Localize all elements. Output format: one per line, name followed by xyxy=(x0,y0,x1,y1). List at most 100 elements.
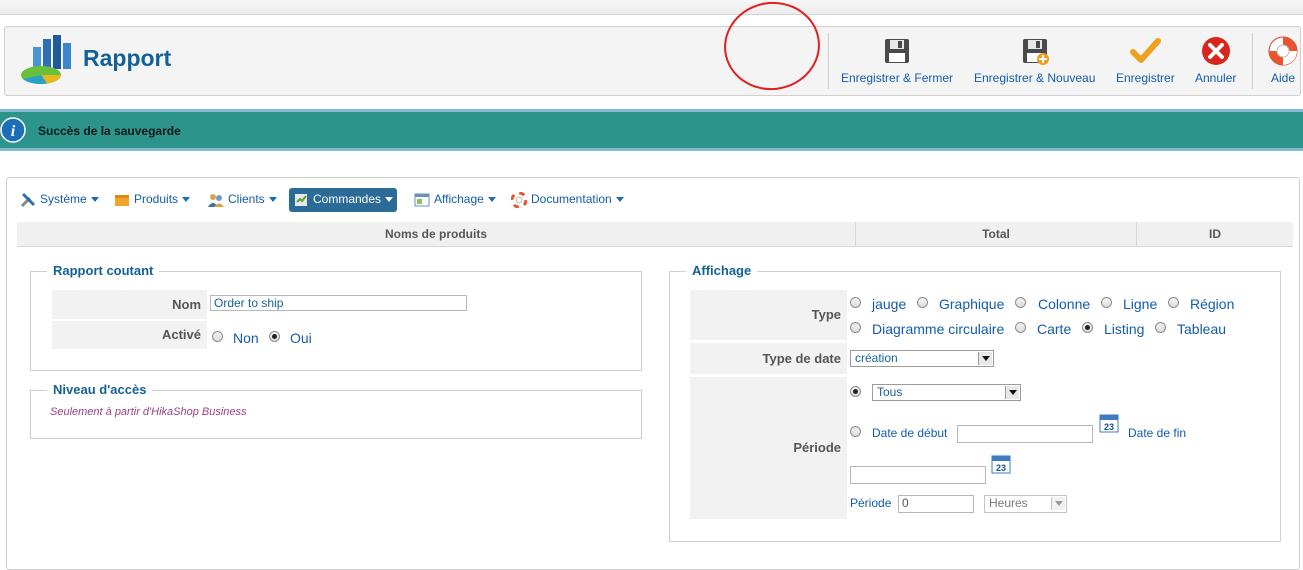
type-region-label[interactable]: Région xyxy=(1190,296,1234,312)
menu-item-label: Produits xyxy=(134,192,179,206)
save-new-button[interactable]: Enregistrer & Nouveau xyxy=(974,35,1095,85)
orders-icon xyxy=(295,193,307,206)
periode-unit-select[interactable]: Heures xyxy=(984,495,1067,513)
help-button[interactable]: Aide xyxy=(1267,35,1299,85)
type-ligne-radio[interactable] xyxy=(1101,297,1112,308)
type-jauge-radio[interactable] xyxy=(850,297,861,308)
save-button[interactable]: Enregistrer xyxy=(1116,35,1175,85)
rapport-legend: Rapport coutant xyxy=(47,263,160,278)
affichage-legend: Affichage xyxy=(686,263,758,278)
browser-top-strip xyxy=(0,0,1303,15)
dropdown-arrow-icon xyxy=(978,352,992,365)
type-carte-radio[interactable] xyxy=(1015,322,1026,333)
periode-tous-radio[interactable] xyxy=(850,386,861,397)
menu-item-systeme[interactable]: Système xyxy=(20,188,99,212)
periode-label: Période xyxy=(690,377,847,519)
box-icon xyxy=(115,194,129,206)
periode-select-value: Tous xyxy=(877,385,903,399)
column-header-id[interactable]: ID xyxy=(1137,222,1293,246)
users-icon xyxy=(208,193,224,207)
svg-text:i: i xyxy=(11,123,16,140)
save-close-button[interactable]: Enregistrer & Fermer xyxy=(841,35,953,85)
type-colonne-label[interactable]: Colonne xyxy=(1038,296,1090,312)
menu-item-label: Documentation xyxy=(531,192,612,206)
save-label: Enregistrer xyxy=(1116,71,1175,85)
active-label: Activé xyxy=(52,321,207,349)
toolbar-separator xyxy=(828,33,829,89)
access-note: Seulement à partir d'HikaShop Business xyxy=(50,406,247,418)
menu-item-affichage[interactable]: Affichage xyxy=(414,188,496,212)
display-icon xyxy=(414,193,430,207)
menu-item-commandes[interactable]: Commandes xyxy=(289,188,398,212)
save-new-label: Enregistrer & Nouveau xyxy=(974,71,1096,85)
caret-down-icon xyxy=(90,197,99,203)
toolbar: Rapport Enregistrer & Fermer Enregistrer… xyxy=(4,26,1301,96)
date-fin-input[interactable] xyxy=(850,466,986,484)
caret-down-icon xyxy=(268,197,277,203)
access-legend: Niveau d'accès xyxy=(47,382,153,397)
floppy-new-icon xyxy=(1022,39,1049,65)
type-diagramme-label[interactable]: Diagramme circulaire xyxy=(872,321,1004,337)
type-carte-label[interactable]: Carte xyxy=(1037,321,1071,337)
info-icon: i xyxy=(0,117,26,143)
active-oui-label[interactable]: Oui xyxy=(290,330,312,346)
periode-dates-radio[interactable] xyxy=(850,426,861,437)
periode-value-input[interactable]: 0 xyxy=(898,495,974,513)
svg-text:23: 23 xyxy=(996,463,1006,473)
cancel-icon xyxy=(1201,37,1230,65)
caret-down-icon xyxy=(615,197,624,203)
type-graphique-radio[interactable] xyxy=(917,297,928,308)
menu-item-label: Affichage xyxy=(434,192,484,206)
type-graphique-label[interactable]: Graphique xyxy=(939,296,1004,312)
date-debut-input[interactable] xyxy=(957,425,1093,443)
column-header-products[interactable]: Noms de produits xyxy=(17,222,856,246)
toolbar-separator xyxy=(1252,33,1253,89)
nom-label: Nom xyxy=(52,290,207,319)
lifebuoy-icon xyxy=(510,191,528,209)
save-close-label: Enregistrer & Fermer xyxy=(841,71,954,85)
dropdown-arrow-icon xyxy=(1051,497,1065,510)
dropdown-arrow-icon xyxy=(1005,386,1019,399)
calendar-icon[interactable]: 23 xyxy=(991,454,1011,474)
caret-down-icon xyxy=(487,197,496,203)
nom-input[interactable]: Order to ship xyxy=(210,295,467,311)
table-header: Noms de produits Total ID xyxy=(17,222,1293,247)
type-ligne-label[interactable]: Ligne xyxy=(1123,296,1157,312)
periode-select[interactable]: Tous xyxy=(872,384,1021,401)
menu-item-label: Clients xyxy=(228,192,265,206)
type-listing-radio[interactable] xyxy=(1082,322,1093,333)
active-non-radio[interactable] xyxy=(212,331,223,342)
datetype-select[interactable]: création xyxy=(850,350,994,367)
type-tableau-radio[interactable] xyxy=(1155,322,1166,333)
menu-item-documentation[interactable]: Documentation xyxy=(510,188,624,212)
lifebuoy-icon xyxy=(1268,36,1298,66)
caret-down-icon xyxy=(182,197,191,203)
caret-down-icon xyxy=(385,197,394,203)
column-header-total[interactable]: Total xyxy=(856,222,1137,246)
menu-item-clients[interactable]: Clients xyxy=(208,188,277,212)
message-text: Succès de la sauvegarde xyxy=(38,124,181,138)
page-title: Rapport xyxy=(83,45,172,71)
active-non-label[interactable]: Non xyxy=(233,330,259,346)
datetype-value: création xyxy=(855,351,898,365)
cancel-button[interactable]: Annuler xyxy=(1195,35,1236,85)
type-tableau-label[interactable]: Tableau xyxy=(1177,321,1226,337)
report-chart-icon xyxy=(21,35,71,84)
active-oui-radio[interactable] xyxy=(269,331,280,342)
type-listing-label[interactable]: Listing xyxy=(1104,321,1144,337)
menu-item-label: Commandes xyxy=(313,192,382,206)
type-colonne-radio[interactable] xyxy=(1015,297,1026,308)
periode-unit-value: Heures xyxy=(989,496,1028,510)
date-fin-label: Date de fin xyxy=(1128,426,1187,440)
type-region-radio[interactable] xyxy=(1168,297,1179,308)
calendar-icon[interactable]: 23 xyxy=(1099,413,1119,433)
type-label: Type xyxy=(690,290,847,340)
type-diagramme-radio[interactable] xyxy=(850,322,861,333)
menu-item-label: Système xyxy=(40,192,87,206)
type-jauge-label[interactable]: jauge xyxy=(872,296,906,312)
checkmark-icon xyxy=(1130,38,1162,63)
help-label: Aide xyxy=(1270,71,1296,85)
tools-icon xyxy=(20,192,36,207)
menu-item-produits[interactable]: Produits xyxy=(114,188,191,212)
date-debut-label: Date de début xyxy=(872,426,948,440)
